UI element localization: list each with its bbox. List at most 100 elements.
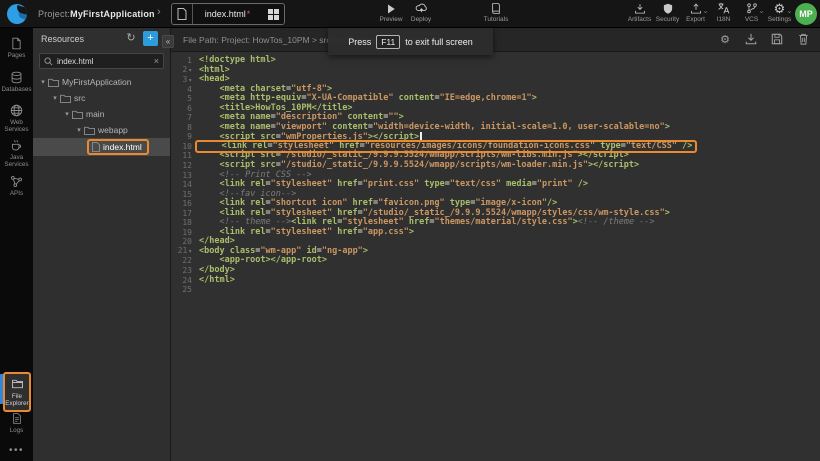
delete-trash-icon[interactable] <box>796 32 810 46</box>
code-line-22[interactable]: 22 <app-root></app-root> <box>171 256 820 266</box>
tree-node-myfirstapplication[interactable]: ▾MyFirstApplication <box>33 74 170 90</box>
line-number: 7 <box>171 113 195 123</box>
toast-prefix: Press <box>348 37 371 47</box>
sidebar-item-logs[interactable]: Logs <box>0 411 33 434</box>
file-icon <box>172 4 193 24</box>
apis-icon <box>10 174 23 188</box>
resources-panel: Resources ↻ + « index.html × ▾MyFirstApp… <box>33 28 171 461</box>
fold-arrow-icon[interactable]: ▾ <box>188 77 192 84</box>
download-icon[interactable] <box>744 32 758 46</box>
databases-icon <box>10 70 23 84</box>
editor-settings-gear-icon[interactable]: ⚙ <box>718 32 732 46</box>
top-bar: Project:MyFirstApplication › index.html*… <box>0 0 820 28</box>
deploy-button[interactable]: Deploy <box>404 2 438 27</box>
line-number: 11 <box>171 151 195 161</box>
editor-tools: ⚙ <box>718 32 810 46</box>
tab-label: index.html* <box>193 9 262 19</box>
tutorials-button[interactable]: Tutorials <box>479 2 513 27</box>
fold-arrow-icon[interactable]: ▾ <box>188 67 192 74</box>
resources-title: Resources <box>41 34 84 44</box>
expand-arrow-icon[interactable]: ▾ <box>39 78 47 86</box>
sidebar-item-file-explorer[interactable]: FileExplorer <box>3 372 31 412</box>
code-line-1[interactable]: 1<!doctype html> <box>171 56 820 66</box>
file-tree: ▾MyFirstApplication▾src▾main▾webappindex… <box>33 74 170 156</box>
line-number: 13 <box>171 171 195 181</box>
i18n-icon <box>717 2 730 15</box>
line-number: 8 <box>171 123 195 133</box>
refresh-icon[interactable]: ↻ <box>124 31 138 45</box>
line-number: 23 <box>171 266 195 276</box>
line-number: 19 <box>171 228 195 238</box>
line-number: 21▾ <box>171 246 195 257</box>
project-name: MyFirstApplication <box>70 9 155 19</box>
search-value: index.html <box>57 57 154 66</box>
grid-view-icon[interactable] <box>262 9 284 20</box>
breadcrumb-chevron-icon: › <box>157 6 161 18</box>
folder-icon <box>84 126 95 135</box>
preview-button[interactable]: Preview <box>374 2 408 27</box>
java-services-icon <box>10 138 23 152</box>
tree-node-src[interactable]: ▾src <box>33 90 170 106</box>
code-editor[interactable]: 1<!doctype html>2▾<html>3▾<head>4 <meta … <box>171 52 820 461</box>
line-number: 16 <box>171 199 195 209</box>
folder-icon <box>72 110 83 119</box>
line-number: 24 <box>171 276 195 286</box>
project-label: Project: <box>38 9 70 19</box>
code-line-19[interactable]: 19 <link rel="stylesheet" href="app.css"… <box>171 228 820 238</box>
folder-icon <box>60 94 71 103</box>
sidebar-item-apis[interactable]: APIs <box>0 174 33 197</box>
chevron-down-icon: ⌄ <box>759 7 765 15</box>
code-line-2[interactable]: 2▾<html> <box>171 66 820 76</box>
annotation-highlight: index.html <box>87 139 149 155</box>
code-line-25[interactable]: 25 <box>171 285 820 295</box>
activity-bar: Pages Databases WebServices JavaServices API… <box>0 28 33 461</box>
resource-search-input[interactable]: index.html × <box>39 53 164 69</box>
sidebar-item-pages[interactable]: Pages <box>0 36 33 59</box>
tab-index-html[interactable]: index.html* <box>171 3 285 25</box>
vcs-button[interactable]: ⌄VCS <box>738 2 765 27</box>
i18n-button[interactable]: I18N <box>710 2 737 27</box>
line-number: 4 <box>171 85 195 95</box>
code-line-24[interactable]: 24</html> <box>171 276 820 286</box>
add-resource-button[interactable]: + <box>143 31 158 46</box>
wavemaker-logo-icon[interactable] <box>7 4 27 24</box>
f11-key-badge: F11 <box>376 35 400 49</box>
expand-arrow-icon[interactable]: ▾ <box>51 94 59 102</box>
pages-icon <box>10 36 23 50</box>
wavemaker-studio-window: Project:MyFirstApplication › index.html*… <box>0 0 820 461</box>
tree-node-webapp[interactable]: ▾webapp <box>33 122 170 138</box>
artifacts-button[interactable]: Artifacts <box>626 2 653 27</box>
fullscreen-exit-toast: Press F11 to exit full screen <box>328 28 493 55</box>
code-line-10[interactable]: 10 <link rel="stylesheet" href="resource… <box>171 142 820 152</box>
resources-header: Resources ↻ + « <box>33 28 170 50</box>
line-number: 3▾ <box>171 75 195 86</box>
sidebar-item-more[interactable]: ••• <box>0 443 33 459</box>
security-button[interactable]: Security <box>654 2 681 27</box>
file-explorer-icon <box>11 377 24 391</box>
sidebar-item-java-services[interactable]: JavaServices <box>0 138 33 168</box>
line-number: 15 <box>171 190 195 200</box>
deploy-icon <box>415 2 428 15</box>
preview-icon <box>385 2 397 15</box>
sidebar-item-databases[interactable]: Databases <box>0 70 33 93</box>
save-icon[interactable] <box>770 32 784 46</box>
export-button[interactable]: ⌄Export <box>682 2 709 27</box>
export-icon: ⌄ <box>690 2 702 15</box>
line-number: 10 <box>171 142 195 152</box>
expand-arrow-icon[interactable]: ▾ <box>63 110 71 118</box>
fold-arrow-icon[interactable]: ▾ <box>188 248 192 255</box>
tree-node-main[interactable]: ▾main <box>33 106 170 122</box>
settings-button[interactable]: ⚙⌄Settings <box>766 2 793 27</box>
search-icon <box>44 57 53 66</box>
sidebar-item-web-services[interactable]: WebServices <box>0 103 33 133</box>
tree-node-index-html[interactable]: index.html <box>33 138 170 156</box>
line-number: 25 <box>171 285 195 295</box>
clear-search-icon[interactable]: × <box>154 56 159 66</box>
expand-arrow-icon[interactable]: ▾ <box>75 126 83 134</box>
toast-suffix: to exit full screen <box>405 37 473 47</box>
vcs-icon: ⌄ <box>746 2 758 15</box>
user-avatar[interactable]: MP <box>795 3 817 25</box>
collapse-panel-icon[interactable]: « <box>162 35 174 48</box>
topbar-utility-actions: ArtifactsSecurity⌄ExportI18N⌄VCS⚙⌄Settin… <box>626 2 793 27</box>
code-line-23[interactable]: 23</body> <box>171 266 820 276</box>
